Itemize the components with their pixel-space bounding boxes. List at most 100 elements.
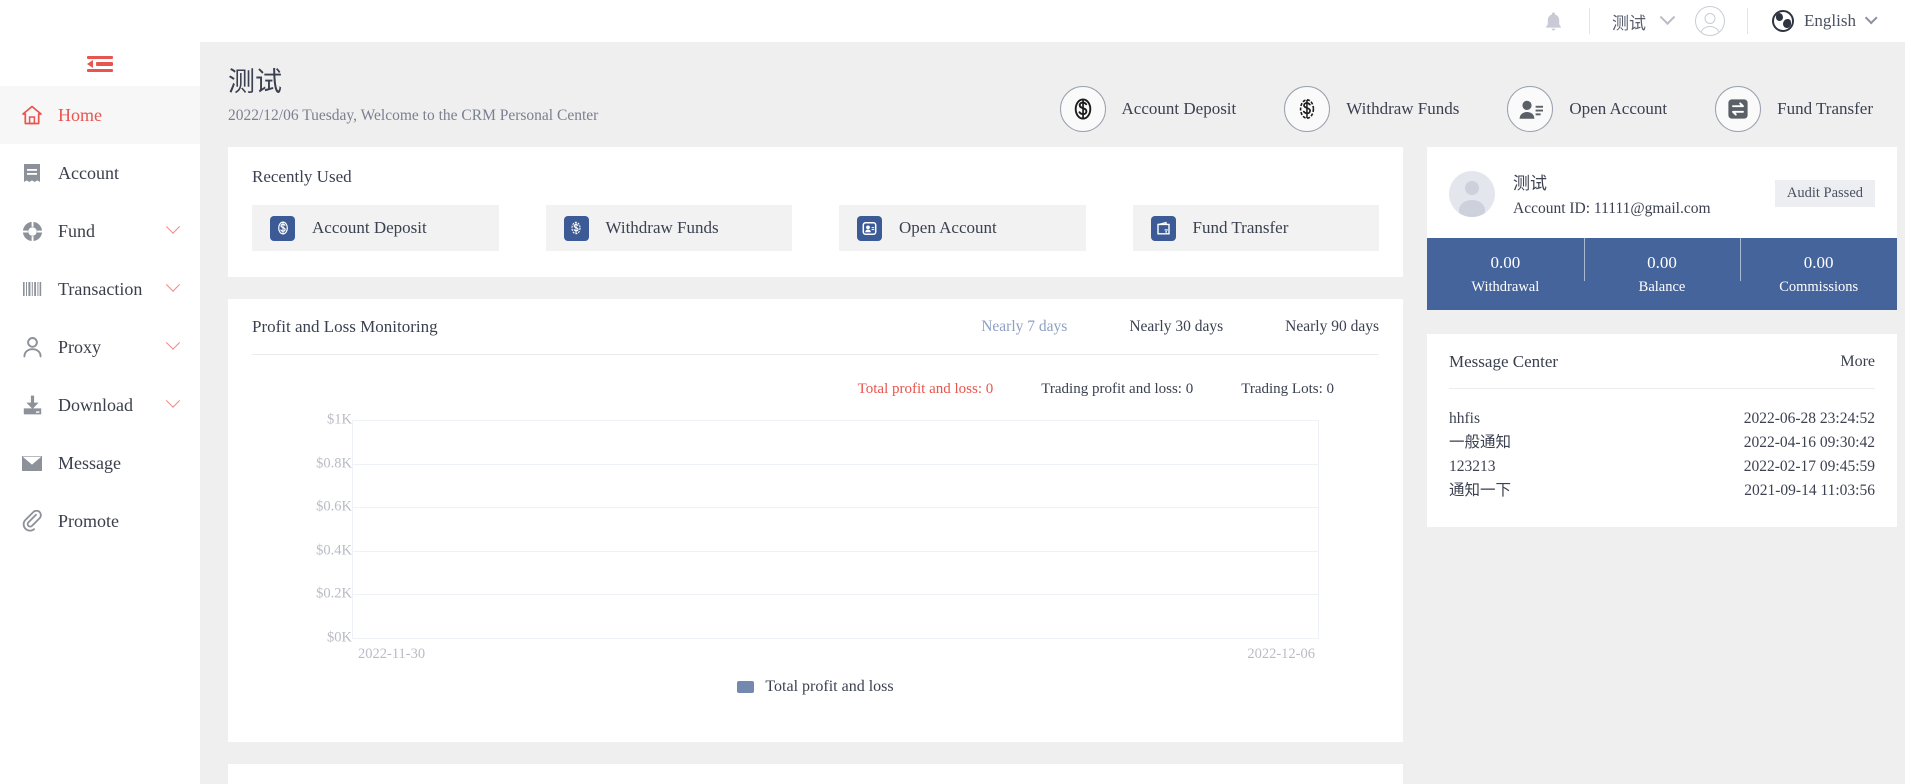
chevron-down-icon [1864, 11, 1878, 24]
stat-trading-lots: Trading Lots: 0 [1241, 381, 1334, 397]
download-icon [20, 393, 44, 417]
chevron-down-icon [165, 335, 181, 350]
globe-icon [1772, 10, 1795, 32]
y-axis-tick: $1K [327, 411, 352, 428]
recent-tile-label: Fund Transfer [1192, 218, 1289, 237]
recent-tile-label: Account Deposit [312, 218, 427, 237]
x-axis-tick: 2022-12-06 [1247, 646, 1315, 662]
range-tab-30-days[interactable]: Nearly 30 days [1129, 318, 1223, 336]
language-selector[interactable]: English [1748, 10, 1905, 32]
user-avatar-icon[interactable] [1695, 6, 1726, 36]
recently-used-tiles: Account Deposit Withdraw Funds Open Acco… [252, 205, 1379, 251]
recent-tile-fund-transfer[interactable]: Fund Transfer [1132, 205, 1379, 251]
stat-label: Commissions [1779, 278, 1859, 295]
page-header-text: 测试 2022/12/06 Tuesday, Welcome to the CR… [228, 64, 1060, 125]
recent-tile-open-account[interactable]: Open Account [839, 205, 1086, 251]
sidebar-item-home[interactable]: Home [0, 86, 200, 144]
profit-loss-stats: Total profit and loss: 0 Trading profit … [252, 381, 1379, 398]
sidebar-item-transaction[interactable]: Transaction [0, 260, 200, 318]
chevron-down-icon [1659, 8, 1676, 25]
range-tabs: Nearly 7 days Nearly 30 days Nearly 90 d… [919, 318, 1379, 336]
dashboard-body: Recently Used Account Deposit Withdraw F… [200, 147, 1905, 784]
message-time: 2021-09-14 11:03:56 [1744, 482, 1875, 499]
user-avatar-icon [1449, 170, 1495, 217]
sidebar-item-label: Account [58, 162, 119, 183]
sidebar-item-label: Transaction [58, 278, 143, 299]
message-center-header: Message Center More [1449, 352, 1875, 372]
transfer-icon [1715, 86, 1762, 132]
range-tab-7-days[interactable]: Nearly 7 days [981, 318, 1067, 336]
crm-dashboard-page: 测试 English Home Account Fund Transaction… [0, 0, 1905, 784]
envelope-icon [20, 451, 44, 475]
profile-name: 测试 [1513, 174, 1547, 193]
chevron-down-icon [165, 393, 181, 408]
quick-action-label: Fund Transfer [1777, 99, 1873, 118]
stat-label: Balance [1638, 278, 1686, 295]
list-item[interactable]: 一般通知 2022-04-16 09:30:42 [1449, 431, 1875, 455]
page-subtitle: 2022/12/06 Tuesday, Welcome to the CRM P… [228, 107, 599, 124]
sidebar-item-promote[interactable]: Promote [0, 492, 200, 550]
legend-label: Total profit and loss [765, 678, 894, 695]
range-tab-90-days[interactable]: Nearly 90 days [1285, 318, 1379, 336]
message-title: hhfis [1449, 410, 1480, 427]
recently-used-title: Recently Used [252, 167, 352, 186]
stat-value: 0.00 [1490, 252, 1521, 272]
list-item[interactable]: 通知一下 2021-09-14 11:03:56 [1449, 479, 1875, 503]
sidebar-item-account[interactable]: Account [0, 144, 200, 202]
message-center-card: Message Center More hhfis 2022-06-28 23:… [1427, 334, 1897, 527]
y-axis-tick: $0K [327, 629, 352, 646]
sidebar-item-download[interactable]: Download [0, 376, 200, 434]
sidebar-item-label: Download [58, 394, 133, 415]
stat-label: Withdrawal [1471, 278, 1540, 295]
chart-legend: Total profit and loss [252, 678, 1379, 696]
sidebar-item-label: Promote [58, 510, 119, 531]
left-column: Recently Used Account Deposit Withdraw F… [228, 147, 1403, 784]
page-header: 测试 2022/12/06 Tuesday, Welcome to the CR… [200, 42, 1905, 147]
profile-card: 测试 Account ID: 11111@gmail.com Audit Pas… [1427, 147, 1897, 310]
stat-value: 0.00 [1647, 252, 1677, 272]
stat-trading-profit-loss: Trading profit and loss: 0 [1041, 381, 1194, 397]
dollar-withdraw-icon [563, 215, 589, 241]
dollar-coin-icon [1059, 86, 1106, 132]
top-bar: 测试 English [0, 0, 1905, 42]
message-center-more-link[interactable]: More [1840, 353, 1875, 371]
language-label: English [1804, 11, 1856, 30]
message-time: 2022-04-16 09:30:42 [1743, 434, 1875, 451]
quick-action-fund-transfer[interactable]: Fund Transfer [1715, 86, 1873, 132]
quick-action-account-deposit[interactable]: Account Deposit [1059, 86, 1236, 132]
list-item[interactable]: 123213 2022-02-17 09:45:59 [1449, 455, 1875, 479]
y-axis-tick: $0.2K [316, 585, 352, 602]
sidebar-item-proxy[interactable]: Proxy [0, 318, 200, 376]
message-title: 通知一下 [1449, 482, 1512, 499]
message-title: 一般通知 [1449, 434, 1512, 451]
collapse-menu-icon [87, 55, 113, 73]
recently-used-card: Recently Used Account Deposit Withdraw F… [228, 147, 1403, 277]
right-column: 测试 Account ID: 11111@gmail.com Audit Pas… [1427, 147, 1897, 784]
quick-action-open-account[interactable]: Open Account [1507, 86, 1667, 132]
quick-action-label: Withdraw Funds [1346, 99, 1460, 118]
sidebar-item-label: Message [58, 452, 121, 473]
page-title: 测试 [228, 67, 282, 97]
divider [1449, 388, 1875, 389]
quick-actions: Account Deposit Withdraw Funds Open Acco… [1059, 64, 1905, 132]
open-account-icon [857, 215, 882, 241]
profile-account-id: Account ID: 11111@gmail.com [1513, 200, 1711, 217]
account-stats-bar: 0.00 Withdrawal 0.00 Balance 0.00 Commis… [1427, 236, 1897, 310]
recent-tile-withdraw-funds[interactable]: Withdraw Funds [545, 205, 792, 251]
x-axis-tick: 2022-11-30 [358, 646, 426, 662]
home-icon [20, 103, 44, 127]
sidebar-item-label: Proxy [58, 336, 102, 357]
list-item[interactable]: hhfis 2022-06-28 23:24:52 [1449, 407, 1875, 431]
sidebar-item-message[interactable]: Message [0, 434, 200, 492]
message-center-title: Message Center [1449, 352, 1559, 371]
sidebar-collapse-button[interactable] [0, 42, 200, 86]
notifications-button[interactable] [1518, 11, 1589, 32]
message-title: 123213 [1449, 458, 1496, 475]
stat-commissions: 0.00 Commissions [1740, 236, 1897, 296]
sidebar-item-fund[interactable]: Fund [0, 202, 200, 260]
quick-action-withdraw-funds[interactable]: Withdraw Funds [1284, 86, 1459, 132]
user-account-selector[interactable]: 测试 [1590, 8, 1695, 34]
person-icon [20, 335, 44, 359]
recent-tile-account-deposit[interactable]: Account Deposit [252, 205, 499, 251]
open-account-icon [1507, 86, 1554, 132]
